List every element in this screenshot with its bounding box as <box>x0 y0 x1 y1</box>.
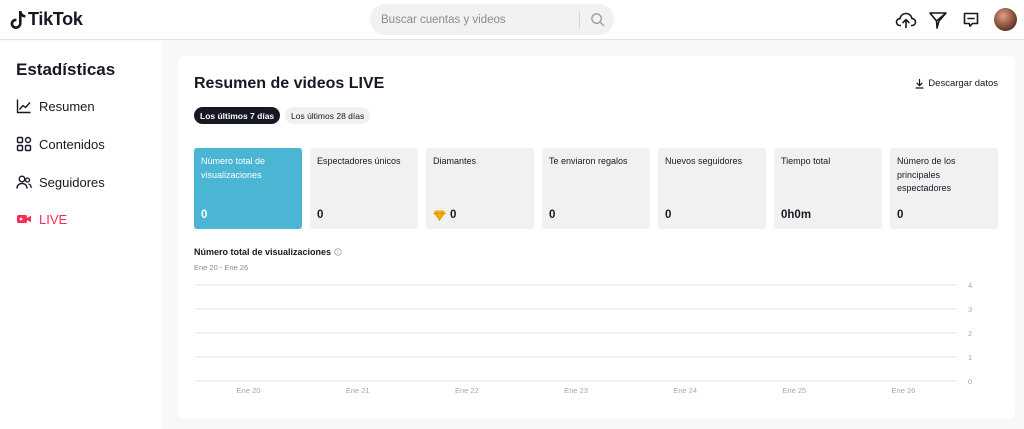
avatar[interactable] <box>994 8 1017 31</box>
metric-value: 0 <box>549 209 556 221</box>
metric-label: Diamantes <box>433 156 477 166</box>
inbox-icon <box>963 12 979 27</box>
download-label: Descargar datos <box>928 78 998 89</box>
metric-label: Número de los principales espectadores <box>897 156 956 193</box>
x-tick-label: Ene 26 <box>892 386 916 395</box>
metric-label: Tiempo total <box>781 156 831 166</box>
x-tick-label: Ene 23 <box>564 386 588 395</box>
x-tick-label: Ene 22 <box>455 386 479 395</box>
chart-title: Número total de visualizaciones <box>194 247 342 257</box>
info-icon[interactable] <box>334 248 342 256</box>
metric-card-new-followers[interactable]: Nuevos seguidores 0 <box>658 148 766 229</box>
metric-value: 0 <box>897 209 904 221</box>
y-tick-label: 0 <box>968 377 972 386</box>
sidebar-item-label: Seguidores <box>39 174 105 190</box>
send-filter-icon <box>929 12 947 29</box>
x-tick-label: Ene 21 <box>346 386 370 395</box>
top-header: TikTok Buscar cuentas y videos <box>0 0 1024 40</box>
x-tick-label: Ene 25 <box>782 386 806 395</box>
upload-button[interactable] <box>895 9 917 31</box>
metric-card-gifts[interactable]: Te enviaron regalos 0 <box>542 148 650 229</box>
tiktok-logo[interactable]: TikTok <box>10 9 83 30</box>
grid-icon <box>16 136 32 152</box>
views-line-chart: 0 1 2 3 4 Ene 20 Ene 21 Ene 22 Ene 23 Ene 24 Ene 2… <box>194 281 972 395</box>
sidebar-item-resumen[interactable]: Resumen <box>16 96 95 116</box>
inbox-button[interactable] <box>960 9 982 31</box>
metric-card-diamonds[interactable]: Diamantes 0 <box>426 148 534 229</box>
people-icon <box>16 175 32 189</box>
live-summary-card: Resumen de videos LIVE Descargar datos L… <box>178 56 1015 419</box>
logo-text: TikTok <box>28 9 83 29</box>
sidebar-item-label: LIVE <box>39 211 68 227</box>
page-title: Resumen de videos LIVE <box>194 75 385 92</box>
sidebar-item-label: Resumen <box>39 98 95 114</box>
metric-label: Número total de visualizaciones <box>201 156 266 180</box>
messages-button[interactable] <box>927 9 949 31</box>
tiktok-logo-icon <box>10 10 26 29</box>
chart-title-text: Número total de visualizaciones <box>194 247 332 257</box>
metric-value: 0 <box>317 209 324 221</box>
search-icon <box>590 13 604 27</box>
metric-value: 0 <box>665 209 672 221</box>
chart-line-icon <box>16 99 31 114</box>
upload-cloud-icon <box>895 12 917 29</box>
metric-value: 0 <box>201 209 208 221</box>
metric-card-unique-viewers[interactable]: Espectadores únicos 0 <box>310 148 418 229</box>
metric-label: Te enviaron regalos <box>549 156 628 166</box>
y-tick-label: 1 <box>968 353 972 362</box>
x-tick-label: Ene 24 <box>673 386 697 395</box>
sidebar-item-contenidos[interactable]: Contenidos <box>16 134 105 154</box>
range-7-days[interactable]: Los últimos 7 días <box>194 107 281 124</box>
search-button[interactable] <box>580 4 614 35</box>
metric-card-top-viewers[interactable]: Número de los principales espectadores 0 <box>890 148 998 229</box>
sidebar-item-label: Contenidos <box>39 136 105 152</box>
sidebar-title: Estadísticas <box>16 60 116 79</box>
download-icon <box>915 78 924 89</box>
metric-label: Espectadores únicos <box>317 156 401 166</box>
search-bar[interactable]: Buscar cuentas y videos <box>370 4 614 35</box>
sidebar: Estadísticas Resumen Contenidos Seguidor… <box>0 41 162 429</box>
y-tick-label: 4 <box>968 281 972 290</box>
sidebar-item-seguidores[interactable]: Seguidores <box>16 172 105 192</box>
download-button[interactable]: Descargar datos <box>915 78 998 89</box>
diamond-icon <box>433 209 446 221</box>
range-28-days[interactable]: Los últimos 28 días <box>285 107 371 124</box>
x-tick-label: Ene 20 <box>237 386 261 395</box>
live-camera-icon <box>17 215 31 223</box>
metric-value: 0 <box>450 209 457 221</box>
metric-card-total-time[interactable]: Tiempo total 0h0m <box>774 148 882 229</box>
metric-value: 0h0m <box>781 209 812 221</box>
y-tick-label: 2 <box>968 329 972 338</box>
metric-card-total-views[interactable]: Número total de visualizaciones 0 <box>194 148 302 229</box>
sidebar-item-live[interactable]: LIVE <box>16 209 67 229</box>
y-tick-label: 3 <box>968 305 972 314</box>
metric-label: Nuevos seguidores <box>665 156 743 166</box>
chart-date-range: Ene 20 - Ene 26 <box>194 263 249 272</box>
metric-value-row: 0 <box>433 209 456 221</box>
search-input[interactable]: Buscar cuentas y videos <box>370 14 579 26</box>
